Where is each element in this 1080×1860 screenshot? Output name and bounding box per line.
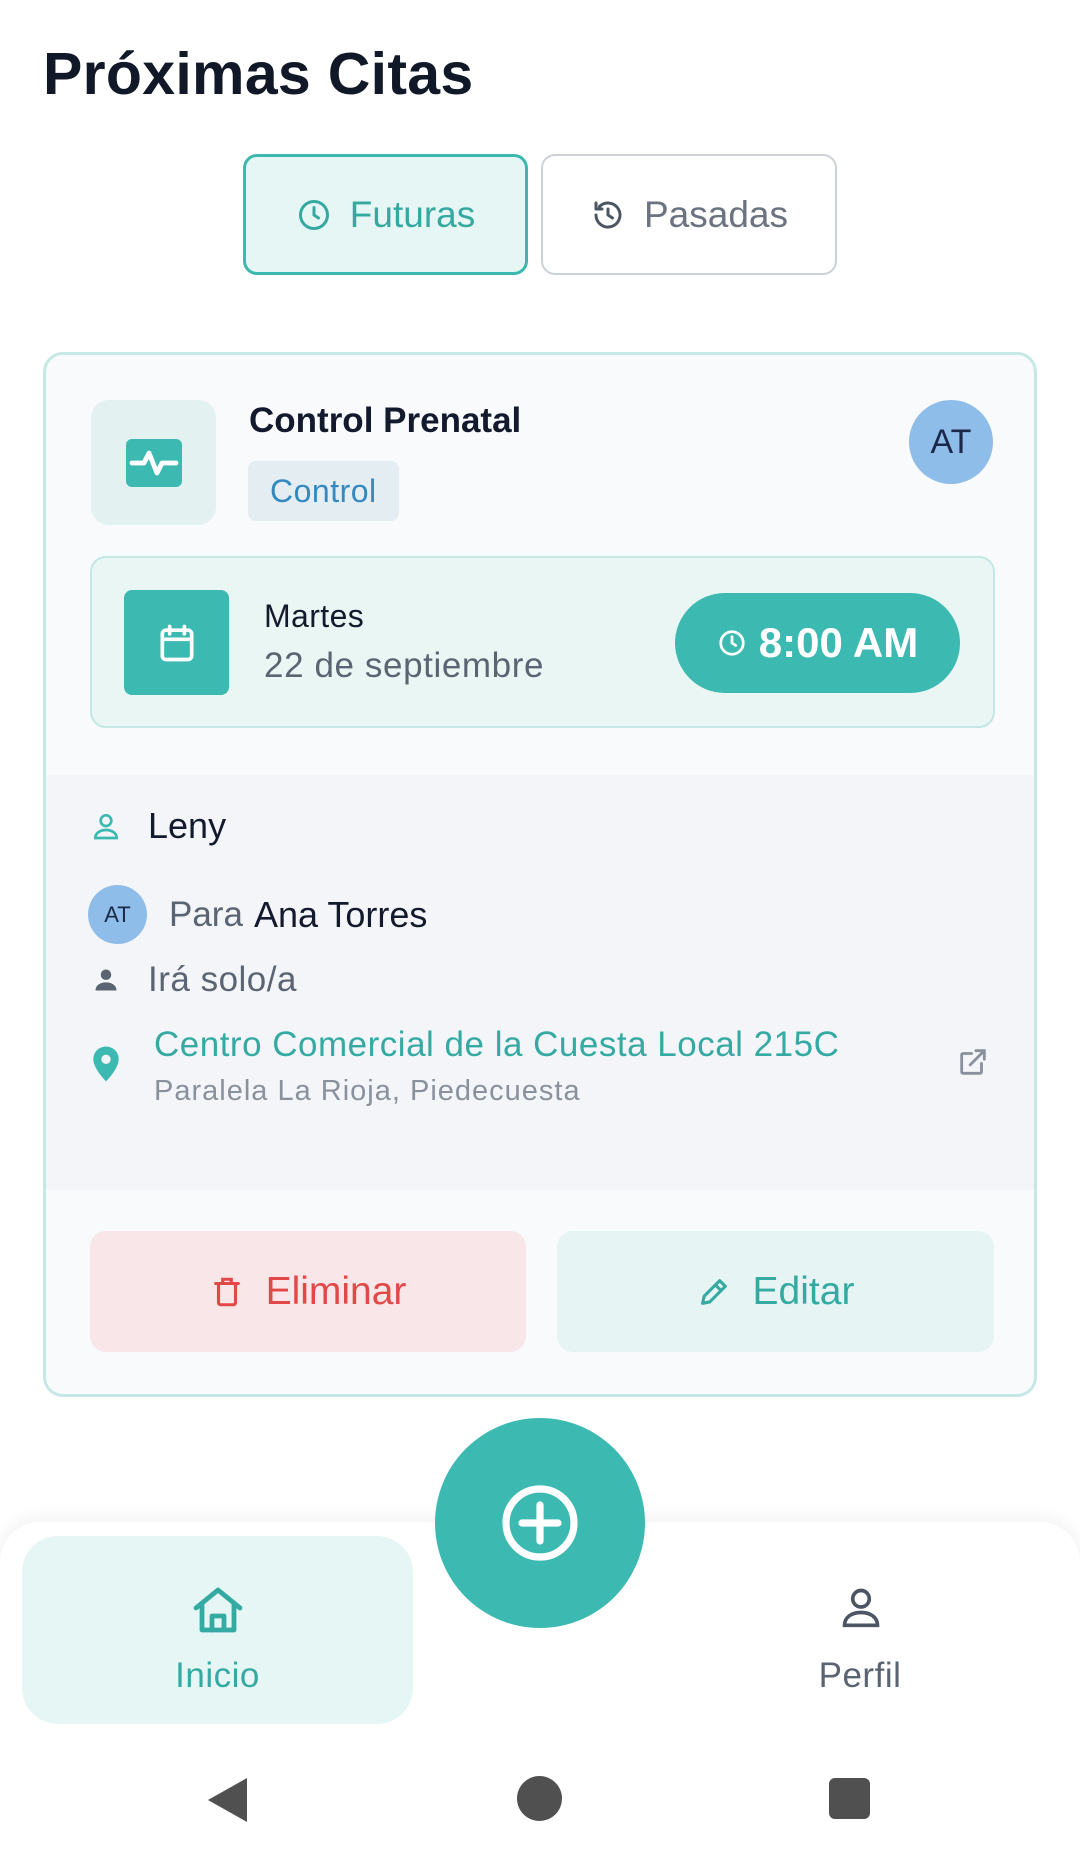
appointment-type-badge: [91, 400, 216, 525]
tab-futuras[interactable]: Futuras: [243, 154, 528, 275]
nav-label-inicio: Inicio: [175, 1656, 260, 1695]
patient-avatar-small: AT: [88, 885, 147, 944]
appointment-card: Control Prenatal Control AT Martes 22 de…: [43, 352, 1037, 1397]
clock-icon: [719, 630, 745, 656]
appointment-date: 22 de septiembre: [264, 646, 545, 685]
external-link-icon[interactable]: [956, 1045, 990, 1079]
location-address: Paralela La Rioja, Piedecuesta: [154, 1075, 581, 1107]
history-icon: [594, 201, 622, 228]
pencil-icon: [700, 1278, 727, 1305]
page-title: Próximas Citas: [43, 41, 474, 107]
trash-icon: [213, 1277, 240, 1306]
calendar-icon: [160, 624, 193, 661]
time-label: 8:00 AM: [758, 619, 919, 666]
delete-label: Eliminar: [265, 1269, 407, 1313]
companion-row: Irá solo/a: [92, 960, 297, 1000]
location-name-link[interactable]: Centro Comercial de la Cuesta Local 215C: [154, 1025, 839, 1065]
add-appointment-button[interactable]: [435, 1418, 645, 1628]
location-pin-icon: [93, 1046, 119, 1082]
doctor-row: Leny: [90, 805, 226, 847]
system-recents-icon[interactable]: [829, 1778, 870, 1819]
for-prefix: Para: [169, 894, 243, 934]
companion-status: Irá solo/a: [148, 960, 297, 999]
nav-label-perfil: Perfil: [818, 1656, 902, 1695]
appointment-time: 8:00 AM: [675, 593, 960, 693]
nav-item-perfil[interactable]: Perfil: [770, 1536, 950, 1724]
user-icon: [93, 814, 119, 840]
tab-label: Pasadas: [644, 193, 788, 235]
appointment-title: Control Prenatal: [249, 401, 522, 440]
patient-avatar: AT: [909, 400, 993, 484]
doctor-name: Leny: [148, 805, 227, 846]
appointment-type-tag: Control: [248, 461, 399, 521]
date-time-panel: Martes 22 de septiembre 8:00 AM: [90, 556, 995, 728]
patient-row: AT Para Ana Torres: [88, 885, 427, 944]
heart-monitor-icon: [125, 438, 182, 487]
user-icon: [842, 1588, 880, 1628]
edit-button[interactable]: Editar: [557, 1231, 994, 1352]
tab-pasadas[interactable]: Pasadas: [541, 154, 837, 275]
patient-name: Ana Torres: [253, 893, 428, 935]
plus-circle-icon: [502, 1485, 578, 1561]
calendar-badge: [124, 590, 229, 695]
delete-button[interactable]: Eliminar: [90, 1231, 526, 1352]
appointment-day: Martes: [264, 598, 365, 634]
home-icon: [193, 1587, 243, 1633]
system-back-icon[interactable]: [205, 1776, 250, 1824]
appointment-details: Leny AT Para Ana Torres Irá solo/a Centr…: [46, 775, 1034, 1190]
person-icon: [95, 969, 117, 991]
tab-label: Futuras: [349, 193, 476, 235]
clock-icon: [298, 199, 329, 230]
system-home-icon[interactable]: [517, 1776, 562, 1821]
nav-item-inicio[interactable]: Inicio: [22, 1536, 413, 1724]
edit-label: Editar: [752, 1269, 855, 1313]
